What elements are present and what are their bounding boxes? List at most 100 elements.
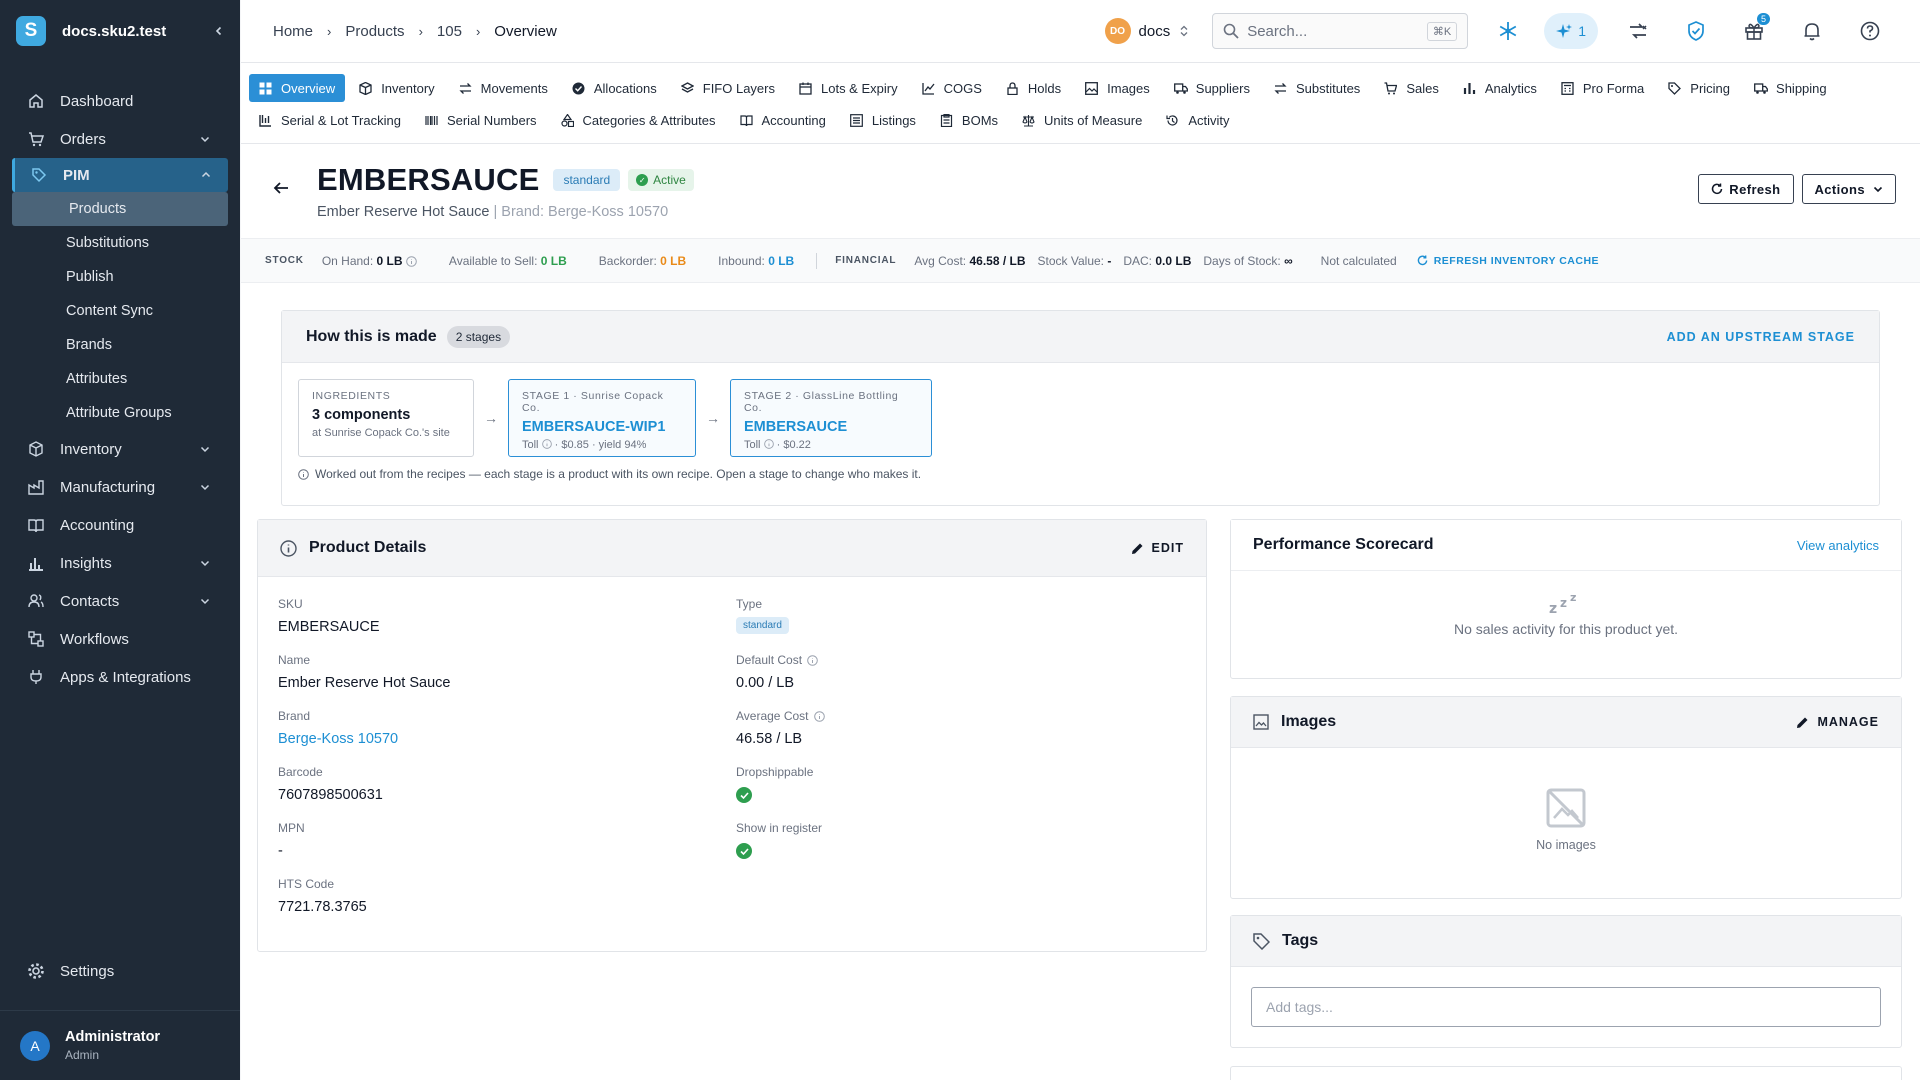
collapse-sidebar-icon[interactable] <box>214 26 224 36</box>
actions-dropdown[interactable]: Actions <box>1801 174 1896 204</box>
tab-label: Listings <box>871 112 916 128</box>
search-input[interactable]: Search... ⌘K <box>1212 13 1469 49</box>
sidebar-sub-brands[interactable]: Brands <box>0 328 240 362</box>
gift-icon[interactable]: 5 <box>1736 13 1772 49</box>
dac-value: 0.0 LB <box>1155 253 1192 268</box>
sidebar-item-manufacturing[interactable]: Manufacturing <box>0 468 240 506</box>
snowflake-icon[interactable] <box>1490 13 1526 49</box>
sidebar-sub-publish[interactable]: Publish <box>0 260 240 294</box>
sidebar-item-orders[interactable]: Orders <box>0 120 240 158</box>
tag-icon <box>30 166 48 184</box>
ingredients-card[interactable]: INGREDIENTS 3 components at Sunrise Copa… <box>298 379 474 457</box>
back-arrow-icon[interactable] <box>273 180 289 196</box>
on-hand-label: On Hand: <box>321 253 374 268</box>
tab-serial-lot-tracking[interactable]: Serial & Lot Tracking <box>249 106 411 134</box>
user-menu[interactable]: A Administrator Admin <box>0 1010 240 1080</box>
stage-1-card[interactable]: STAGE 1 · Sunrise Copack Co. EMBERSAUCE-… <box>508 379 696 457</box>
sidebar-item-workflows[interactable]: Workflows <box>0 620 240 658</box>
sidebar-item-label: PIM <box>63 166 90 184</box>
tab-substitutes[interactable]: Substitutes <box>1264 74 1370 102</box>
next-card-edge <box>1230 1066 1902 1080</box>
tab-allocations[interactable]: Allocations <box>562 74 667 102</box>
sidebar-item-apps[interactable]: Apps & Integrations <box>0 658 240 696</box>
tab-listings[interactable]: Listings <box>840 106 926 134</box>
shield-icon[interactable] <box>1678 13 1714 49</box>
tab-images[interactable]: Images <box>1075 74 1160 102</box>
sidebar-item-dashboard[interactable]: Dashboard <box>0 82 240 120</box>
svg-text:z: z <box>1549 601 1557 615</box>
info-icon[interactable] <box>541 439 552 449</box>
manage-images-button[interactable]: MANAGE <box>1796 715 1879 729</box>
images-title: Images <box>1281 713 1337 730</box>
info-icon[interactable] <box>763 439 774 449</box>
tab-pro-forma[interactable]: Pro Forma <box>1551 74 1654 102</box>
tab-label: Accounting <box>761 112 826 128</box>
sidebar-item-insights[interactable]: Insights <box>0 544 240 582</box>
brand-link[interactable]: Berge-Koss 10570 <box>278 731 736 747</box>
info-icon[interactable] <box>813 710 825 722</box>
tab-fifo-layers[interactable]: FIFO Layers <box>671 74 785 102</box>
sidebar-sub-attributes[interactable]: Attributes <box>0 362 240 396</box>
tab-activity[interactable]: Activity <box>1156 106 1239 134</box>
bell-icon[interactable] <box>1794 13 1830 49</box>
history-icon <box>1166 113 1180 127</box>
ai-assistant-button[interactable]: 1 <box>1544 13 1598 49</box>
tab-overview[interactable]: Overview <box>249 74 346 102</box>
breadcrumb-products[interactable]: Products <box>345 23 404 40</box>
image-icon <box>1085 81 1099 95</box>
compare-icon[interactable] <box>1620 13 1656 49</box>
on-hand-stat: On Hand: 0 LB <box>322 254 417 268</box>
field-label: Name <box>278 653 311 667</box>
sidebar-sub-attribute-groups[interactable]: Attribute Groups <box>0 396 240 430</box>
tab-boms[interactable]: BOMs <box>930 106 1008 134</box>
refresh-button[interactable]: Refresh <box>1698 174 1794 204</box>
tab-pricing[interactable]: Pricing <box>1658 74 1740 102</box>
tab-shipping[interactable]: Shipping <box>1744 74 1837 102</box>
tab-label: Sales <box>1406 80 1439 96</box>
add-tags-input[interactable]: Add tags... <box>1251 987 1881 1027</box>
sidebar-item-inventory[interactable]: Inventory <box>0 430 240 468</box>
days-of-stock-stat: Days of Stock: ∞ <box>1203 254 1292 268</box>
tab-accounting[interactable]: Accounting <box>730 106 836 134</box>
backorder-value: 0 LB <box>660 253 687 268</box>
refresh-inventory-cache-link[interactable]: REFRESH INVENTORY CACHE <box>1417 255 1599 267</box>
workspace-name[interactable]: docs.sku2.test <box>62 23 214 40</box>
arrow-right-icon: → <box>484 410 498 426</box>
sidebar-item-pim[interactable]: PIM <box>12 158 228 192</box>
tab-inventory[interactable]: Inventory <box>349 74 444 102</box>
workspace-switcher[interactable]: DO docs <box>1104 18 1189 44</box>
tab-categories-attributes[interactable]: Categories & Attributes <box>551 106 726 134</box>
tab-analytics[interactable]: Analytics <box>1453 74 1547 102</box>
stage-1-product: EMBERSAUCE-WIP1 <box>522 419 666 435</box>
tab-cogs[interactable]: COGS <box>912 74 992 102</box>
tracking-icon <box>259 113 273 127</box>
tab-sales[interactable]: Sales <box>1374 74 1449 102</box>
tab-lots-expiry[interactable]: Lots & Expiry <box>789 74 908 102</box>
edit-details-button[interactable]: EDIT <box>1131 541 1184 555</box>
view-analytics-link[interactable]: View analytics <box>1797 538 1879 553</box>
main-content: Home › Products › 105 › Overview DO docs… <box>241 0 1920 1080</box>
add-upstream-stage-button[interactable]: ADD AN UPSTREAM STAGE <box>1667 330 1855 344</box>
tab-units-of-measure[interactable]: Units of Measure <box>1012 106 1152 134</box>
sidebar-sub-content-sync[interactable]: Content Sync <box>0 294 240 328</box>
sidebar-header: S docs.sku2.test <box>0 0 240 62</box>
breadcrumb-id[interactable]: 105 <box>437 23 462 40</box>
help-icon[interactable] <box>1852 13 1888 49</box>
sidebar-item-accounting[interactable]: Accounting <box>0 506 240 544</box>
info-icon[interactable] <box>406 255 417 267</box>
breadcrumb-home[interactable]: Home <box>273 23 313 40</box>
calculator-icon <box>1561 81 1575 95</box>
sidebar-item-settings[interactable]: Settings <box>0 952 240 990</box>
images-empty-text: No images <box>1536 838 1596 852</box>
sidebar-item-contacts[interactable]: Contacts <box>0 582 240 620</box>
tab-serial-numbers[interactable]: Serial Numbers <box>415 106 547 134</box>
stage-2-card[interactable]: STAGE 2 · GlassLine Bottling Co. EMBERSA… <box>730 379 932 457</box>
tab-movements[interactable]: Movements <box>449 74 558 102</box>
tab-suppliers[interactable]: Suppliers <box>1164 74 1260 102</box>
tag-icon <box>1668 81 1682 95</box>
sidebar-sub-substitutions[interactable]: Substitutions <box>0 226 240 260</box>
tab-holds[interactable]: Holds <box>996 74 1071 102</box>
info-icon[interactable] <box>807 654 818 666</box>
sidebar-sub-products[interactable]: Products <box>12 192 228 226</box>
how-made-panel: How this is made 2 stages ADD AN UPSTREA… <box>281 310 1880 506</box>
